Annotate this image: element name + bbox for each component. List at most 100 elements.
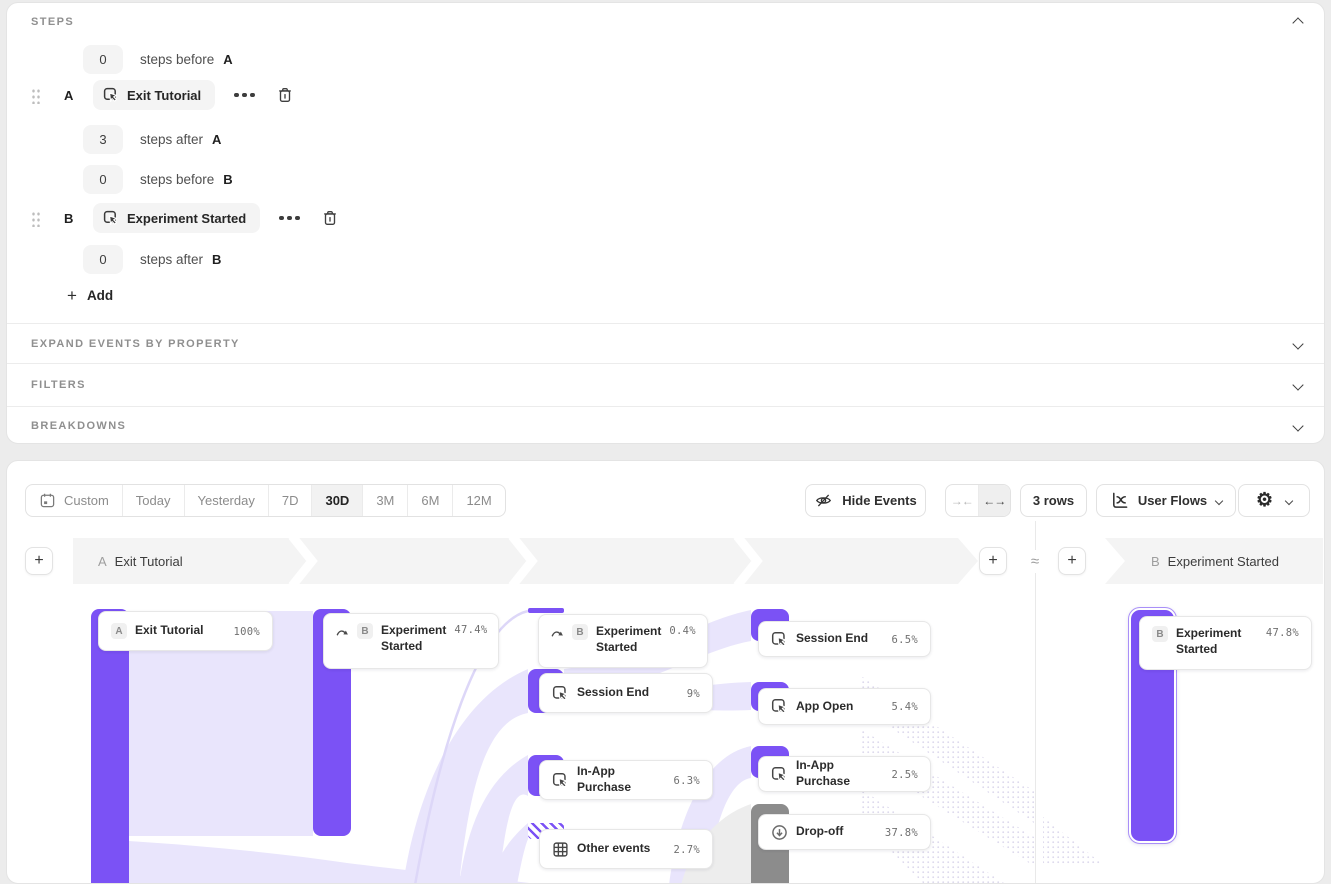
collapse-steps-chevron-icon[interactable] [1292, 17, 1303, 28]
flows-chart-icon [1110, 491, 1129, 510]
add-step-button[interactable]: + Add [67, 287, 113, 304]
section-expand-events-by-property[interactable]: EXPAND EVENTS BY PROPERTY [7, 323, 1324, 363]
date-range-3m[interactable]: 3M [362, 485, 407, 516]
flow-card-in-app-purchase-2[interactable]: In-App Purchase 2.5% [758, 756, 931, 792]
more-options-icon[interactable] [234, 93, 255, 98]
chevron-down-icon [1285, 496, 1293, 504]
flow-card-other-events[interactable]: Other events 2.7% [539, 829, 713, 869]
step-letter: B [64, 211, 78, 226]
steps-after-a-input[interactable]: 3 [83, 125, 123, 154]
section-filters[interactable]: FILTERS [7, 363, 1324, 406]
flow-card-experiment-started-47[interactable]: B Experiment Started 47.4% [323, 613, 499, 669]
flow-card-app-open[interactable]: App Open 5.4% [758, 688, 931, 725]
steps-section-title: STEPS [31, 16, 74, 28]
hide-events-button[interactable]: Hide Events [805, 484, 926, 517]
step-b-badge: B [572, 624, 588, 640]
step-letter: A [64, 88, 78, 103]
date-range-7d[interactable]: 7D [268, 485, 312, 516]
date-range-today[interactable]: Today [122, 485, 184, 516]
steps-before-b-input[interactable]: 0 [83, 165, 123, 194]
steps-after-b-input[interactable]: 0 [83, 245, 123, 274]
gap-row-label: steps after [140, 252, 203, 267]
event-icon [103, 87, 119, 103]
event-icon [771, 698, 788, 715]
drag-handle-icon[interactable] [31, 210, 41, 227]
date-range-yesterday[interactable]: Yesterday [184, 485, 268, 516]
event-icon [771, 631, 788, 648]
view-selector-user-flows[interactable]: User Flows [1096, 484, 1236, 517]
flow-card-experiment-started-04[interactable]: B Experiment Started 0.4% [538, 614, 708, 668]
flow-card-session-end[interactable]: Session End 9% [539, 673, 713, 713]
plus-icon: + [67, 287, 77, 304]
add-step-before-b-button[interactable]: + [1058, 547, 1086, 575]
flow-card-session-end-2[interactable]: Session End 6.5% [758, 621, 931, 657]
event-picker-experiment-started[interactable]: Experiment Started [93, 203, 260, 233]
section-breakdowns[interactable]: BREAKDOWNS [7, 406, 1324, 444]
eye-off-icon [814, 491, 833, 510]
step-a-badge: A [111, 623, 127, 639]
date-range-30d-selected[interactable]: 30D [311, 485, 362, 516]
trash-icon[interactable] [276, 86, 294, 104]
event-name: Exit Tutorial [127, 88, 201, 103]
flows-chart-panel: Custom Today Yesterday 7D 30D 3M 6M 12M … [6, 460, 1325, 884]
calendar-icon [39, 492, 56, 509]
date-range-custom[interactable]: Custom [26, 485, 122, 516]
date-range-12m[interactable]: 12M [452, 485, 504, 516]
add-step-after-a-button[interactable]: + [979, 547, 1007, 575]
trash-icon[interactable] [321, 209, 339, 227]
grid-icon [552, 841, 569, 858]
expand-icon[interactable]: ←→ [978, 485, 1011, 516]
gap-row-ref: A [212, 132, 221, 147]
flow-section-divider [1035, 521, 1036, 884]
flow-header-step-b: B Experiment Started [1105, 538, 1323, 584]
settings-button[interactable]: ⚙ [1238, 484, 1310, 517]
chevron-down-icon [1215, 496, 1223, 504]
event-name: Experiment Started [127, 211, 246, 226]
step-b-badge: B [1152, 626, 1168, 642]
step-b-badge: B [357, 623, 373, 639]
gap-row-label: steps before [140, 172, 214, 187]
query-builder-panel: STEPS 0 steps before A A Exit Tutorial 3… [6, 2, 1325, 444]
jump-arrow-icon [551, 626, 564, 638]
date-range-6m[interactable]: 6M [407, 485, 452, 516]
compress-icon[interactable]: →← [946, 485, 978, 516]
drag-handle-icon[interactable] [31, 87, 41, 104]
flow-header-step-a: A Exit Tutorial [73, 538, 978, 584]
flow-card-experiment-started-b[interactable]: B Experiment Started 47.8% [1139, 616, 1312, 670]
event-icon [552, 772, 569, 789]
step-chevron-separators [73, 538, 978, 584]
drop-off-icon [771, 824, 788, 841]
chevron-down-icon [1292, 338, 1303, 349]
gap-row-label: steps after [140, 132, 203, 147]
chevron-down-icon [1292, 379, 1303, 390]
steps-gap-row: 0 steps before A [83, 44, 233, 74]
flow-card-exit-tutorial[interactable]: A Exit Tutorial 100% [98, 611, 273, 651]
event-picker-exit-tutorial[interactable]: Exit Tutorial [93, 80, 215, 110]
gap-row-label: steps before [140, 52, 214, 67]
step-row-a: A Exit Tutorial [31, 79, 294, 111]
gap-row-ref: B [223, 172, 232, 187]
event-icon [103, 210, 119, 226]
flow-card-in-app-purchase[interactable]: In-App Purchase 6.3% [539, 760, 713, 800]
chevron-down-icon [1292, 420, 1303, 431]
event-icon [552, 685, 569, 702]
steps-gap-row: 0 steps after B [83, 244, 221, 274]
gear-icon: ⚙ [1256, 491, 1273, 510]
rows-count-button[interactable]: 3 rows [1020, 484, 1087, 517]
flow-node-bar-experiment-started-small[interactable] [528, 608, 564, 613]
width-toggle-control: →← ←→ [945, 484, 1011, 517]
date-range-control: Custom Today Yesterday 7D 30D 3M 6M 12M [25, 484, 506, 517]
gap-row-ref: B [212, 252, 221, 267]
gap-row-ref: A [223, 52, 232, 67]
steps-before-a-input[interactable]: 0 [83, 45, 123, 74]
steps-gap-row: 0 steps before B [83, 164, 233, 194]
step-row-b: B Experiment Started [31, 202, 339, 234]
steps-gap-row: 3 steps after A [83, 124, 221, 154]
approx-symbol: ≈ [1017, 550, 1053, 573]
jump-arrow-icon [336, 625, 349, 637]
add-step-before-button[interactable]: + [25, 547, 53, 575]
more-options-icon[interactable] [279, 216, 300, 221]
flow-card-drop-off[interactable]: Drop-off 37.8% [758, 814, 931, 850]
user-flows-report: { "glyphs": {"plus": "+", "approx": "≈"}… [0, 0, 1331, 865]
event-icon [771, 766, 788, 783]
